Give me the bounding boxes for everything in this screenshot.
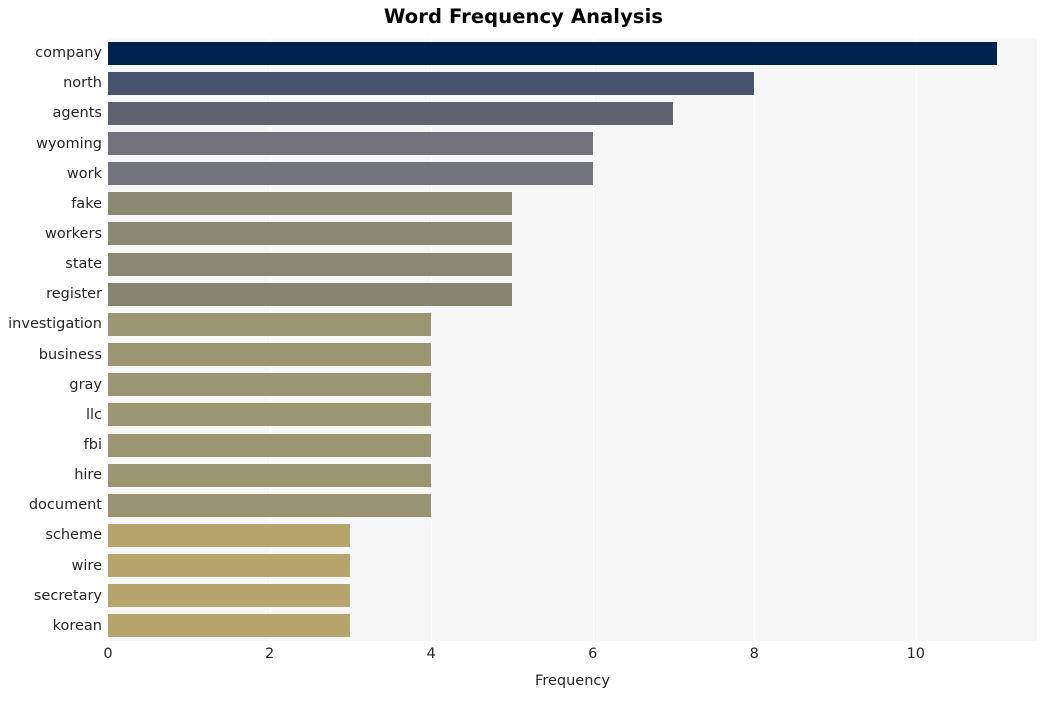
y-tick-label: gray xyxy=(69,376,102,393)
plot-area xyxy=(108,38,1037,641)
bar[interactable] xyxy=(108,373,432,397)
y-tick-label: llc xyxy=(85,406,102,423)
bar[interactable] xyxy=(108,71,755,95)
x-tick-label: 8 xyxy=(749,646,759,662)
y-tick-label: business xyxy=(38,346,102,363)
bar[interactable] xyxy=(108,584,351,608)
y-tick-label: workers xyxy=(44,225,102,242)
bar[interactable] xyxy=(108,403,432,427)
y-tick-label: scheme xyxy=(45,527,102,544)
bar[interactable] xyxy=(108,614,351,638)
x-axis-title: Frequency xyxy=(535,673,610,689)
y-tick-label: secretary xyxy=(33,587,102,604)
y-tick-label: state xyxy=(65,256,102,273)
x-tick-label: 4 xyxy=(426,646,436,662)
bar[interactable] xyxy=(108,312,432,336)
bar[interactable] xyxy=(108,101,674,125)
y-tick-label: fake xyxy=(71,195,102,212)
y-tick-label: agents xyxy=(52,105,102,122)
bar[interactable] xyxy=(108,252,512,276)
chart-title: Word Frequency Analysis xyxy=(383,5,664,28)
chart-figure: Word Frequency Analysis company north agen… xyxy=(0,0,1047,701)
bar[interactable] xyxy=(108,343,432,367)
y-tick-label: investigation xyxy=(8,316,102,333)
y-tick-label: work xyxy=(66,165,102,182)
bar[interactable] xyxy=(108,222,512,246)
bar[interactable] xyxy=(108,41,997,65)
bar[interactable] xyxy=(108,554,351,578)
x-tick-label: 10 xyxy=(906,646,926,662)
bar-series xyxy=(108,38,1037,641)
y-tick-label: north xyxy=(63,75,102,92)
bar[interactable] xyxy=(108,493,432,517)
bar[interactable] xyxy=(108,282,512,306)
y-tick-label: wire xyxy=(71,557,102,574)
y-tick-label: register xyxy=(46,286,102,303)
y-tick-label: wyoming xyxy=(36,135,102,152)
bar[interactable] xyxy=(108,463,432,487)
bar[interactable] xyxy=(108,433,432,457)
y-axis-tick-labels: company north agents wyoming work fake workers… xyxy=(0,38,102,641)
x-axis-tick-labels: 0 2 4 6 8 10 xyxy=(0,646,1047,668)
x-tick-label: 0 xyxy=(103,646,113,662)
y-tick-label: document xyxy=(28,497,102,514)
bar[interactable] xyxy=(108,132,593,156)
bar[interactable] xyxy=(108,192,512,216)
y-tick-label: korean xyxy=(52,617,102,634)
y-tick-label: hire xyxy=(74,467,102,484)
bar[interactable] xyxy=(108,162,593,186)
x-tick-label: 6 xyxy=(588,646,598,662)
y-tick-label: company xyxy=(35,45,102,62)
bar[interactable] xyxy=(108,523,351,547)
y-tick-label: fbi xyxy=(83,437,102,454)
x-tick-label: 2 xyxy=(264,646,275,662)
